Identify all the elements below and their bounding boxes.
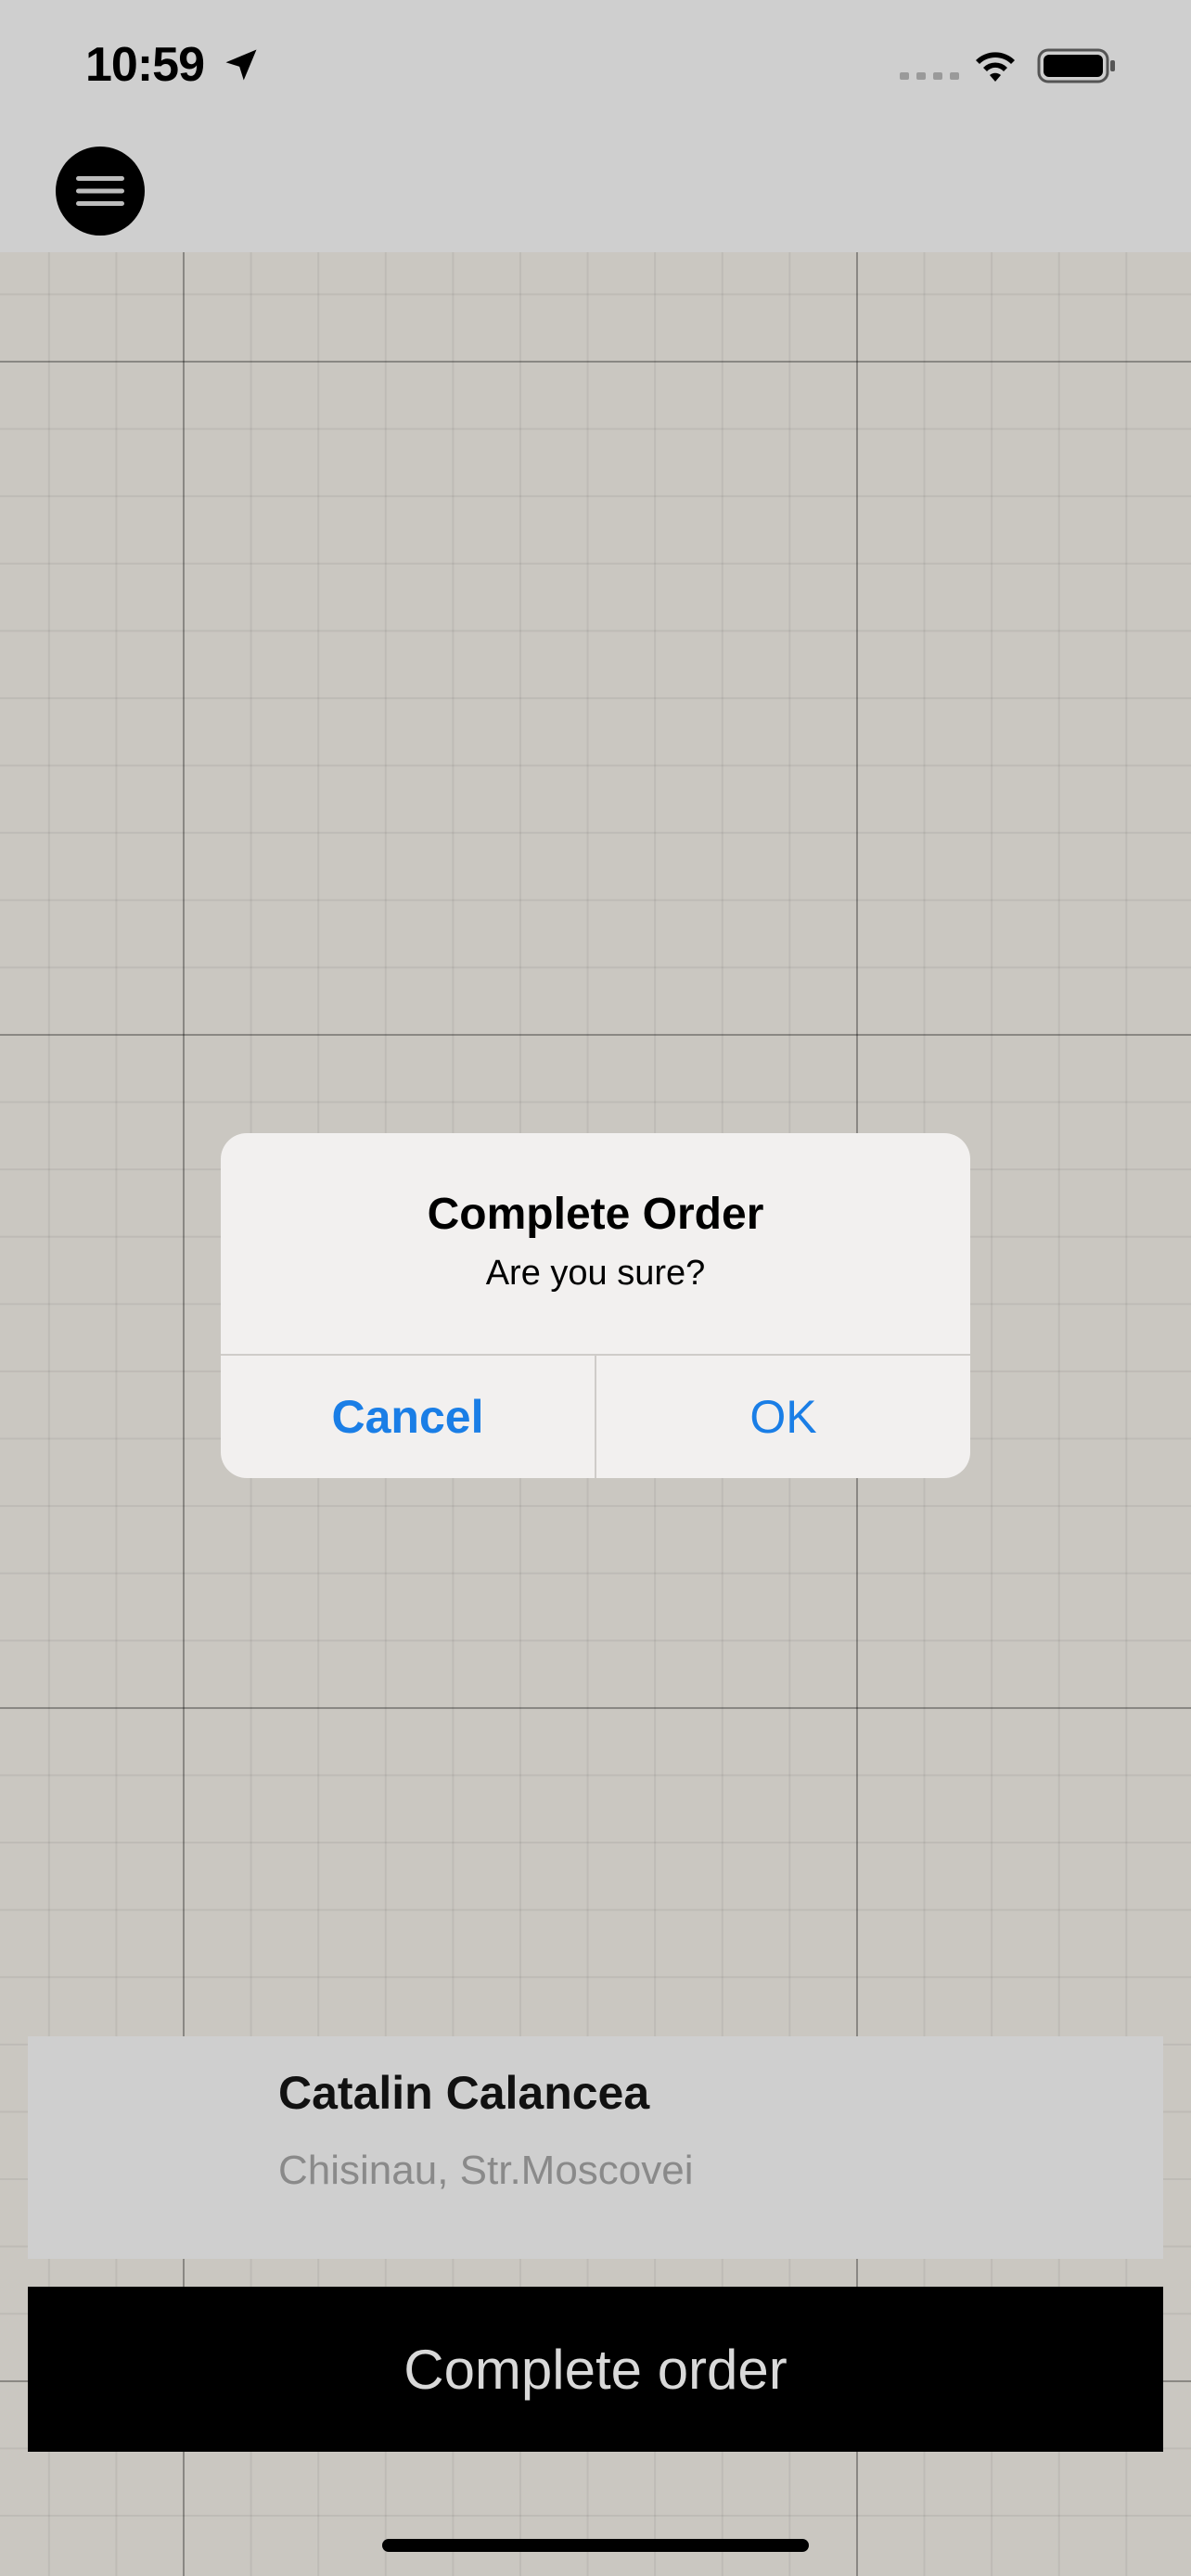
confirm-alert: Complete Order Are you sure? Cancel OK [221,1133,970,1478]
alert-title: Complete Order [427,1190,764,1239]
alert-message: Are you sure? [485,1254,706,1293]
ok-button[interactable]: OK [596,1356,970,1478]
home-indicator[interactable] [382,2539,809,2552]
cancel-button[interactable]: Cancel [221,1356,595,1478]
